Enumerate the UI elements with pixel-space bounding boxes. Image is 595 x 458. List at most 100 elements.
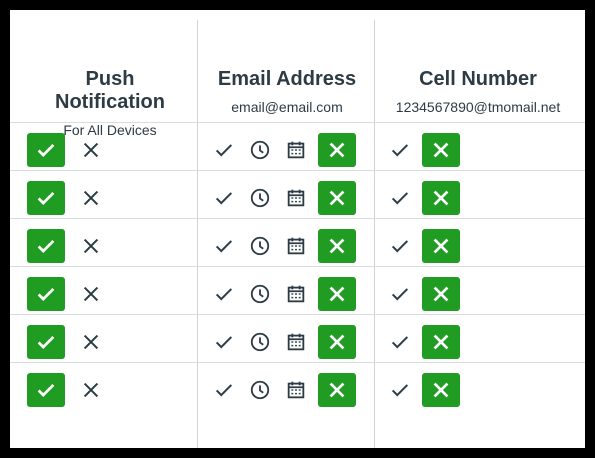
preference-row xyxy=(10,125,585,172)
push-cell xyxy=(27,323,105,361)
email-immediately-button[interactable] xyxy=(210,232,238,260)
calendar-icon xyxy=(285,379,307,401)
checkmark-icon xyxy=(389,379,411,401)
email-cell xyxy=(210,371,356,409)
cell-on-button[interactable] xyxy=(386,328,414,356)
push-off-button[interactable] xyxy=(77,328,105,356)
clock-icon xyxy=(249,235,271,257)
email-immediately-button[interactable] xyxy=(210,328,238,356)
clock-icon xyxy=(249,379,271,401)
checkmark-icon xyxy=(389,283,411,305)
checkmark-icon xyxy=(35,379,57,401)
close-icon xyxy=(326,139,348,161)
checkmark-icon xyxy=(35,187,57,209)
close-icon xyxy=(80,331,102,353)
cell-on-button[interactable] xyxy=(386,280,414,308)
cell-off-button[interactable] xyxy=(422,229,460,263)
email-immediately-button[interactable] xyxy=(210,136,238,164)
email-off-button[interactable] xyxy=(318,277,356,311)
email-daily-button[interactable] xyxy=(246,376,274,404)
row-divider xyxy=(10,266,585,267)
cell-off-button[interactable] xyxy=(422,133,460,167)
clock-icon xyxy=(249,187,271,209)
email-weekly-button[interactable] xyxy=(282,328,310,356)
clock-icon xyxy=(249,139,271,161)
email-immediately-button[interactable] xyxy=(210,280,238,308)
email-weekly-button[interactable] xyxy=(282,136,310,164)
push-off-button[interactable] xyxy=(77,136,105,164)
cell-off-button[interactable] xyxy=(422,325,460,359)
checkmark-icon xyxy=(213,139,235,161)
header-title: Cell Number xyxy=(419,68,537,90)
checkmark-icon xyxy=(389,235,411,257)
email-daily-button[interactable] xyxy=(246,184,274,212)
cell-number-cell xyxy=(386,275,460,313)
close-icon xyxy=(430,139,452,161)
email-weekly-button[interactable] xyxy=(282,184,310,212)
email-off-button[interactable] xyxy=(318,373,356,407)
push-on-button[interactable] xyxy=(27,373,65,407)
calendar-icon xyxy=(285,331,307,353)
push-on-button[interactable] xyxy=(27,229,65,263)
row-divider xyxy=(10,362,585,363)
push-cell xyxy=(27,179,105,217)
email-weekly-button[interactable] xyxy=(282,376,310,404)
close-icon xyxy=(326,235,348,257)
email-off-button[interactable] xyxy=(318,133,356,167)
cell-on-button[interactable] xyxy=(386,184,414,212)
email-cell xyxy=(210,131,356,169)
email-daily-button[interactable] xyxy=(246,136,274,164)
cell-on-button[interactable] xyxy=(386,232,414,260)
cell-off-button[interactable] xyxy=(422,373,460,407)
push-off-button[interactable] xyxy=(77,232,105,260)
close-icon xyxy=(326,283,348,305)
cell-on-button[interactable] xyxy=(386,136,414,164)
push-cell xyxy=(27,371,105,409)
email-daily-button[interactable] xyxy=(246,232,274,260)
cell-number-cell xyxy=(386,131,460,169)
email-daily-button[interactable] xyxy=(246,328,274,356)
email-weekly-button[interactable] xyxy=(282,232,310,260)
checkmark-icon xyxy=(35,139,57,161)
calendar-icon xyxy=(285,235,307,257)
email-daily-button[interactable] xyxy=(246,280,274,308)
push-on-button[interactable] xyxy=(27,325,65,359)
close-icon xyxy=(430,235,452,257)
email-off-button[interactable] xyxy=(318,325,356,359)
email-off-button[interactable] xyxy=(318,229,356,263)
push-on-button[interactable] xyxy=(27,277,65,311)
header-title: Push Notification xyxy=(55,68,165,113)
push-on-button[interactable] xyxy=(27,181,65,215)
close-icon xyxy=(80,187,102,209)
notification-preferences-panel: Push Notification For All Devices Email … xyxy=(10,10,585,448)
push-off-button[interactable] xyxy=(77,184,105,212)
checkmark-icon xyxy=(389,187,411,209)
push-cell xyxy=(27,227,105,265)
cell-off-button[interactable] xyxy=(422,181,460,215)
email-immediately-button[interactable] xyxy=(210,184,238,212)
row-divider xyxy=(10,170,585,171)
email-cell xyxy=(210,323,356,361)
row-divider xyxy=(10,218,585,219)
email-weekly-button[interactable] xyxy=(282,280,310,308)
push-off-button[interactable] xyxy=(77,280,105,308)
email-off-button[interactable] xyxy=(318,181,356,215)
close-icon xyxy=(430,379,452,401)
header-title: Email Address xyxy=(217,68,357,90)
email-cell xyxy=(210,179,356,217)
checkmark-icon xyxy=(389,331,411,353)
preference-row xyxy=(10,269,585,316)
preference-row xyxy=(10,317,585,364)
cell-number-cell xyxy=(386,323,460,361)
email-immediately-button[interactable] xyxy=(210,376,238,404)
push-on-button[interactable] xyxy=(27,133,65,167)
checkmark-icon xyxy=(213,331,235,353)
checkmark-icon xyxy=(213,235,235,257)
header-subtitle: email@email.com xyxy=(231,99,343,115)
cell-off-button[interactable] xyxy=(422,277,460,311)
preference-row xyxy=(10,221,585,268)
cell-on-button[interactable] xyxy=(386,376,414,404)
cell-number-cell xyxy=(386,371,460,409)
close-icon xyxy=(80,283,102,305)
push-off-button[interactable] xyxy=(77,376,105,404)
